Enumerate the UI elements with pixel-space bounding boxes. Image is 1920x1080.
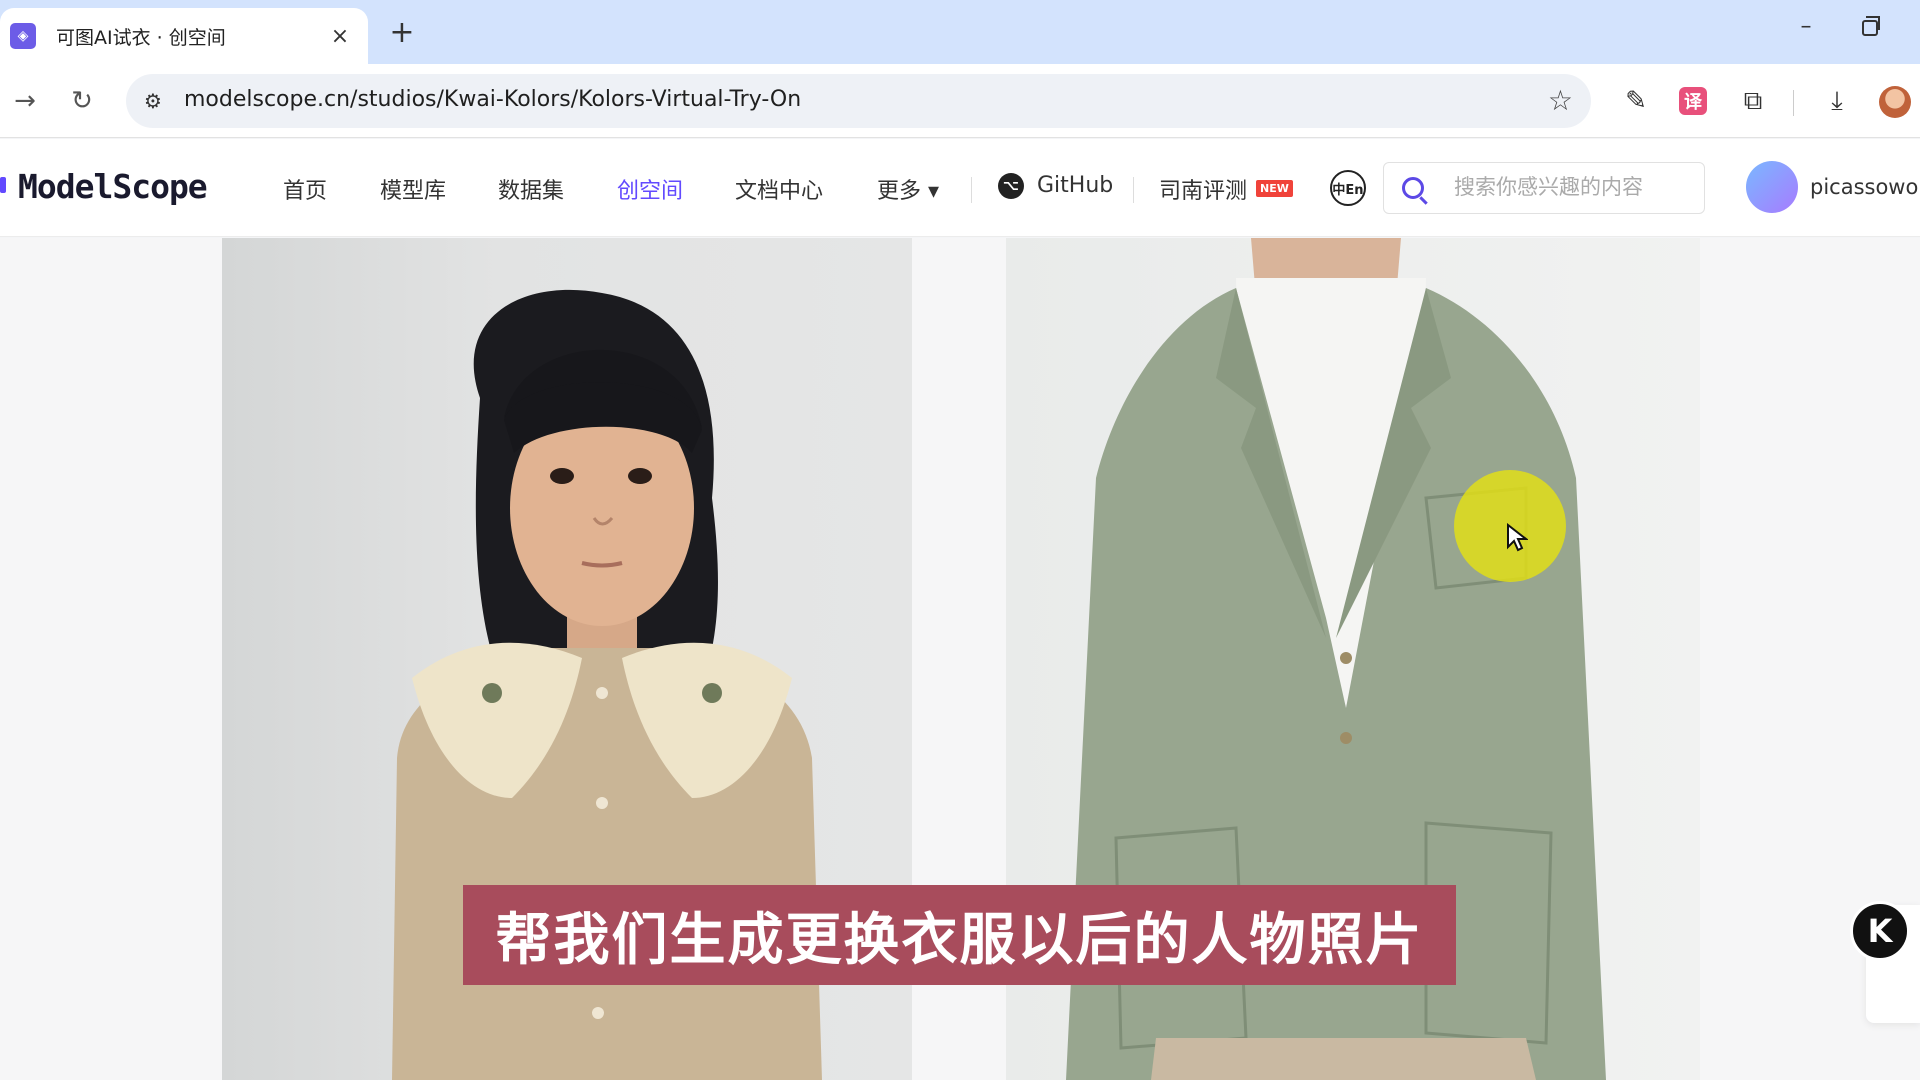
url-text[interactable]: modelscope.cn/studios/Kwai-Kolors/Kolors… <box>184 87 801 112</box>
pen-extension-icon[interactable]: ✎ <box>1619 84 1653 118</box>
toolbar-divider <box>1793 90 1794 116</box>
tab-title: 可图AI试衣 · 创空间 <box>56 26 226 49</box>
studio-content: 帮我们生成更换衣服以后的人物照片 K <box>0 238 1920 1080</box>
nav-github[interactable]: GitHub <box>1037 173 1113 198</box>
subtitle-text: 帮我们生成更换衣服以后的人物照片 <box>495 907 1424 973</box>
search-icon <box>1402 177 1424 199</box>
browser-tab-strip: ◈ 可图AI试衣 · 创空间 × + – <box>0 0 1920 64</box>
video-subtitle: 帮我们生成更换衣服以后的人物照片 <box>463 885 1456 985</box>
nav-more-dropdown[interactable]: 更多 ▾ <box>877 173 939 205</box>
logo-mark <box>0 177 6 193</box>
browser-tab[interactable]: ◈ 可图AI试衣 · 创空间 × <box>0 8 368 64</box>
reload-icon[interactable]: ↻ <box>65 84 99 118</box>
site-header: ModelScope 首页 模型库 数据集 创空间 文档中心 更多 ▾ ⌥ Gi… <box>0 139 1920 237</box>
nav-divider <box>971 177 972 203</box>
new-badge: NEW <box>1256 180 1293 197</box>
nav-docs[interactable]: 文档中心 <box>735 173 823 205</box>
modelscope-logo[interactable]: ModelScope <box>18 167 208 206</box>
language-switch-icon[interactable]: 中En <box>1330 170 1366 206</box>
address-bar[interactable]: ⚙ modelscope.cn/studios/Kwai-Kolors/Kolo… <box>126 74 1591 128</box>
nav-review[interactable]: 司南评测 <box>1159 173 1247 205</box>
studio-favicon-icon: ◈ <box>10 23 36 49</box>
search-input[interactable] <box>1454 175 1694 199</box>
nav-models[interactable]: 模型库 <box>380 173 446 205</box>
username[interactable]: picassowor <box>1810 175 1920 199</box>
nav-datasets[interactable]: 数据集 <box>498 173 564 205</box>
bookmark-star-icon[interactable]: ☆ <box>1548 84 1573 117</box>
download-icon[interactable]: ⤓ <box>1820 84 1854 118</box>
site-settings-icon[interactable]: ⚙ <box>138 86 168 116</box>
user-avatar[interactable] <box>1746 161 1798 213</box>
forward-arrow-icon[interactable]: → <box>8 84 42 118</box>
browser-toolbar: → ↻ ⚙ modelscope.cn/studios/Kwai-Kolors/… <box>0 64 1920 138</box>
minimize-window-button[interactable]: – <box>1790 14 1822 46</box>
close-tab-icon[interactable]: × <box>326 22 354 50</box>
new-tab-button[interactable]: + <box>386 15 418 50</box>
floating-k-button[interactable]: K <box>1850 901 1910 961</box>
mouse-cursor-icon <box>1507 523 1528 552</box>
site-search-box[interactable] <box>1383 162 1705 214</box>
translate-extension-icon[interactable]: 译 <box>1679 87 1707 115</box>
github-icon[interactable]: ⌥ <box>998 173 1024 199</box>
browser-profile-avatar[interactable] <box>1879 86 1911 118</box>
nav-home[interactable]: 首页 <box>283 173 327 205</box>
nav-divider <box>1133 177 1134 203</box>
extensions-puzzle-icon[interactable]: ⧉ <box>1736 84 1770 118</box>
nav-studios[interactable]: 创空间 <box>617 173 683 205</box>
restore-window-button[interactable] <box>1862 16 1880 36</box>
